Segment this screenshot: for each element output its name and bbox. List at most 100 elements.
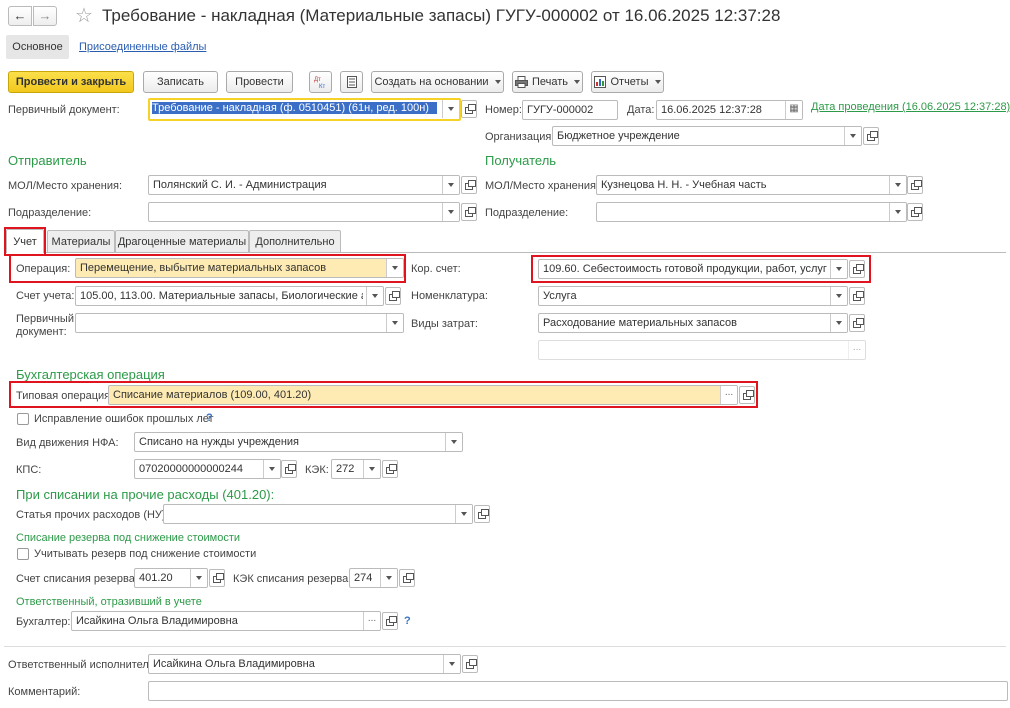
sender-mol-value: Полянский С. И. - Администрация xyxy=(153,179,327,191)
sender-mol-open-icon[interactable] xyxy=(461,176,477,194)
annotation-typical-operation-highlight xyxy=(9,381,758,408)
cost-type-dropdown-icon[interactable] xyxy=(830,314,847,332)
create-based-on-button[interactable]: Создать на основании xyxy=(371,71,504,93)
org-label: Организация: xyxy=(485,131,555,143)
corr-account-label: Кор. счет: xyxy=(411,263,461,275)
reserve-account-field[interactable]: 401.20 xyxy=(134,568,208,588)
date-field[interactable]: 16.06.2025 12:37:28 ▦ xyxy=(656,100,803,120)
executor-dropdown-icon[interactable] xyxy=(443,655,460,673)
receiver-mol-field[interactable]: Кузнецова Н. Н. - Учебная часть xyxy=(596,175,907,195)
tab-main-label: Основное xyxy=(12,41,63,53)
receiver-mol-value: Кузнецова Н. Н. - Учебная часть xyxy=(601,179,767,191)
sender-dept-dropdown-icon[interactable] xyxy=(442,203,459,221)
reserve-checkbox[interactable] xyxy=(17,548,29,560)
primary-document-field[interactable] xyxy=(75,313,404,333)
svg-text:Кт: Кт xyxy=(319,84,325,89)
sender-dept-field[interactable] xyxy=(148,202,460,222)
cost-type-label: Виды затрат: xyxy=(411,318,478,330)
document-list-icon[interactable] xyxy=(340,71,363,93)
post-button[interactable]: Провести xyxy=(226,71,293,93)
receiver-dept-field[interactable] xyxy=(596,202,907,222)
reserve-account-dropdown-icon[interactable] xyxy=(190,569,207,587)
account-field[interactable]: 105.00, 113.00. Материальные запасы, Био… xyxy=(75,286,384,306)
org-value: Бюджетное учреждение xyxy=(557,130,680,142)
receiver-dept-dropdown-icon[interactable] xyxy=(889,203,906,221)
kps-dropdown-icon[interactable] xyxy=(263,460,280,478)
primary-doc-open-icon[interactable] xyxy=(461,100,477,118)
fix-errors-label: Исправление ошибок прошлых лет xyxy=(34,413,214,425)
tab-precious-materials[interactable]: Драгоценные материалы xyxy=(115,230,249,252)
receiver-mol-label: МОЛ/Место хранения: xyxy=(485,180,600,192)
save-button[interactable]: Записать xyxy=(143,71,218,93)
accountant-help-icon[interactable]: ? xyxy=(404,615,411,627)
sender-dept-open-icon[interactable] xyxy=(461,203,477,221)
cost-type-open-icon[interactable] xyxy=(849,314,865,332)
posting-date-link[interactable]: Дата проведения (16.06.2025 12:37:28) xyxy=(811,101,1010,113)
footer-divider xyxy=(4,646,1006,647)
org-open-icon[interactable] xyxy=(863,127,879,145)
kps-open-icon[interactable] xyxy=(281,460,297,478)
calendar-icon[interactable]: ▦ xyxy=(785,101,802,119)
reserve-kek-field[interactable]: 274 xyxy=(349,568,398,588)
expense-article-field[interactable] xyxy=(163,504,473,524)
primary-doc-dropdown-icon[interactable] xyxy=(442,100,459,118)
receiver-mol-dropdown-icon[interactable] xyxy=(889,176,906,194)
nav-forward-button[interactable]: → xyxy=(33,6,57,26)
nomenclature-open-icon[interactable] xyxy=(849,287,865,305)
create-based-on-label: Создать на основании xyxy=(374,76,489,88)
printer-icon xyxy=(514,76,528,88)
sender-mol-field[interactable]: Полянский С. И. - Администрация xyxy=(148,175,460,195)
nomenclature-dropdown-icon[interactable] xyxy=(830,287,847,305)
cost-type-field[interactable]: Расходование материальных запасов xyxy=(538,313,848,333)
sender-mol-label: МОЛ/Место хранения: xyxy=(8,180,123,192)
dt-kt-icon[interactable]: Дт Кт xyxy=(309,71,332,93)
primary-doc-field[interactable]: Требование - накладная (ф. 0510451) (61н… xyxy=(148,98,461,121)
org-dropdown-icon[interactable] xyxy=(844,127,861,145)
tab-main[interactable]: Основное xyxy=(6,35,69,59)
reports-button[interactable]: Отчеты xyxy=(591,71,664,93)
reserve-account-open-icon[interactable] xyxy=(209,569,225,587)
executor-value: Исайкина Ольга Владимировна xyxy=(153,658,315,670)
nomenclature-value: Услуга xyxy=(543,290,577,302)
responsible-title: Ответственный, отразивший в учете xyxy=(16,596,202,608)
accountant-select-icon[interactable]: ... xyxy=(363,612,380,630)
fix-errors-checkbox[interactable] xyxy=(17,413,29,425)
receiver-dept-open-icon[interactable] xyxy=(907,203,923,221)
tab-materials[interactable]: Материалы xyxy=(47,230,115,252)
nav-back-button[interactable]: ← xyxy=(8,6,32,26)
nfa-movement-dropdown-icon[interactable] xyxy=(445,433,462,451)
kek-open-icon[interactable] xyxy=(382,460,398,478)
post-and-close-label: Провести и закрыть xyxy=(15,76,127,88)
comment-field[interactable] xyxy=(148,681,1008,701)
kek-dropdown-icon[interactable] xyxy=(363,460,380,478)
tab-attached-files[interactable]: Присоединенные файлы xyxy=(79,41,206,53)
executor-open-icon[interactable] xyxy=(462,655,478,673)
expense-article-open-icon[interactable] xyxy=(474,505,490,523)
accountant-label: Бухгалтер: xyxy=(16,616,71,628)
accountant-field[interactable]: Исайкина Ольга Владимировна ... xyxy=(71,611,381,631)
post-and-close-button[interactable]: Провести и закрыть xyxy=(8,71,134,93)
tab-additional[interactable]: Дополнительно xyxy=(249,230,341,252)
accountant-open-icon[interactable] xyxy=(382,612,398,630)
receiver-dept-label: Подразделение: xyxy=(485,207,569,219)
expense-article-dropdown-icon[interactable] xyxy=(455,505,472,523)
kek-field[interactable]: 272 xyxy=(331,459,381,479)
number-value: ГУГУ-000002 xyxy=(527,104,594,116)
account-open-icon[interactable] xyxy=(385,287,401,305)
account-dropdown-icon[interactable] xyxy=(366,287,383,305)
print-button[interactable]: Печать xyxy=(512,71,583,93)
org-field[interactable]: Бюджетное учреждение xyxy=(552,126,862,146)
receiver-mol-open-icon[interactable] xyxy=(907,176,923,194)
nomenclature-field[interactable]: Услуга xyxy=(538,286,848,306)
kps-field[interactable]: 07020000000000244 xyxy=(134,459,281,479)
sender-mol-dropdown-icon[interactable] xyxy=(442,176,459,194)
favorite-star-icon[interactable]: ☆ xyxy=(75,3,93,28)
primary-document-dropdown-icon[interactable] xyxy=(386,314,403,332)
executor-field[interactable]: Исайкина Ольга Владимировна xyxy=(148,654,461,674)
reserve-kek-open-icon[interactable] xyxy=(399,569,415,587)
reserve-kek-dropdown-icon[interactable] xyxy=(380,569,397,587)
fix-errors-help-icon[interactable]: ? xyxy=(206,412,213,424)
bookkeeping-title: Бухгалтерская операция xyxy=(16,367,165,382)
nfa-movement-field[interactable]: Списано на нужды учреждения xyxy=(134,432,463,452)
number-field[interactable]: ГУГУ-000002 xyxy=(522,100,618,120)
